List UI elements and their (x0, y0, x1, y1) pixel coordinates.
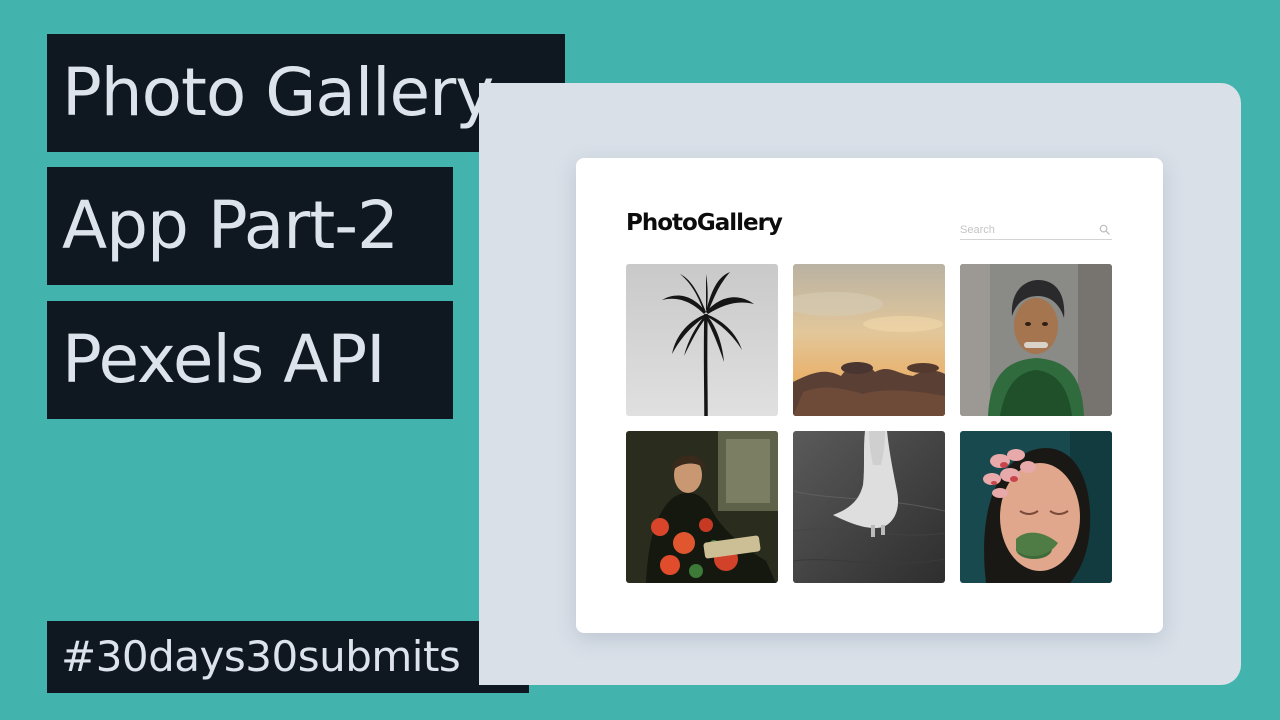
photo-palm-tree[interactable] (626, 264, 778, 416)
hashtag-label: #30days30submits (47, 621, 529, 693)
photo-woman-petals[interactable] (960, 431, 1112, 583)
app-logo[interactable]: PhotoGallery (626, 210, 783, 236)
search-bar (960, 222, 1112, 240)
title-line-2: App Part-2 (47, 167, 453, 285)
app-preview-window: PhotoGallery (576, 158, 1163, 633)
photo-grid (626, 264, 1113, 583)
thumbnail-canvas: Photo Gallery App Part-2 Pexels API #30d… (0, 0, 1280, 720)
photo-sunset-clouds[interactable] (793, 264, 945, 416)
search-icon[interactable] (1099, 224, 1110, 235)
search-input[interactable] (960, 222, 1090, 238)
photo-woman-floral-dress[interactable] (626, 431, 778, 583)
photo-woman-walking-grass[interactable] (793, 431, 945, 583)
title-line-3: Pexels API (47, 301, 453, 419)
photo-man-turban[interactable] (960, 264, 1112, 416)
